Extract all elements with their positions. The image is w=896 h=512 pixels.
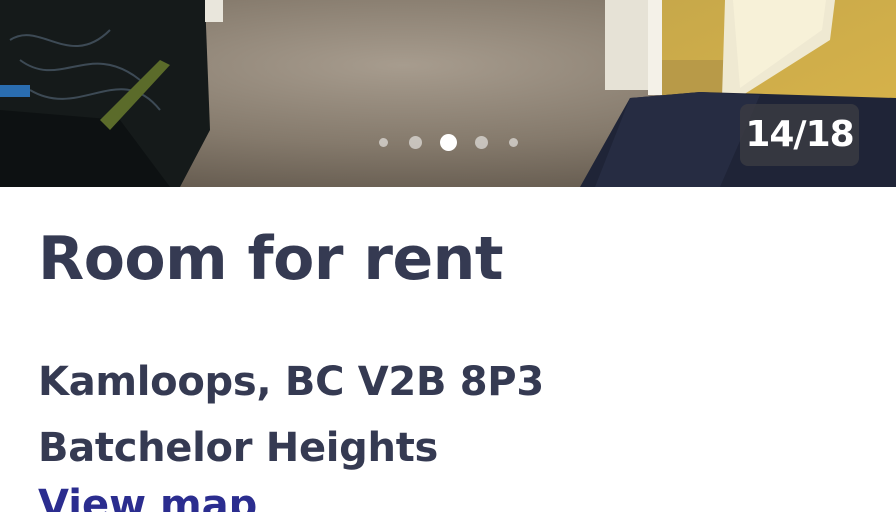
listing-neighborhood: Batchelor Heights xyxy=(38,425,439,471)
pagination-dot[interactable] xyxy=(378,137,388,147)
photo-pagination-dots xyxy=(373,130,523,154)
listing-address: Kamloops, BC V2B 8P3 xyxy=(38,359,544,405)
pagination-dot[interactable] xyxy=(508,137,518,147)
listing-page: 14/18 Room for rent Kamloops, BC V2B 8P3… xyxy=(0,0,896,512)
pagination-dot[interactable] xyxy=(474,135,488,149)
photo-gallery[interactable]: 14/18 xyxy=(0,0,896,187)
pagination-dot[interactable] xyxy=(408,135,422,149)
listing-details: Room for rent Kamloops, BC V2B 8P3 Batch… xyxy=(0,187,896,512)
pagination-dot-active[interactable] xyxy=(439,133,457,151)
view-map-link[interactable]: View map xyxy=(38,485,257,512)
photo-counter-badge: 14/18 xyxy=(740,104,859,166)
listing-title: Room for rent xyxy=(38,224,504,294)
